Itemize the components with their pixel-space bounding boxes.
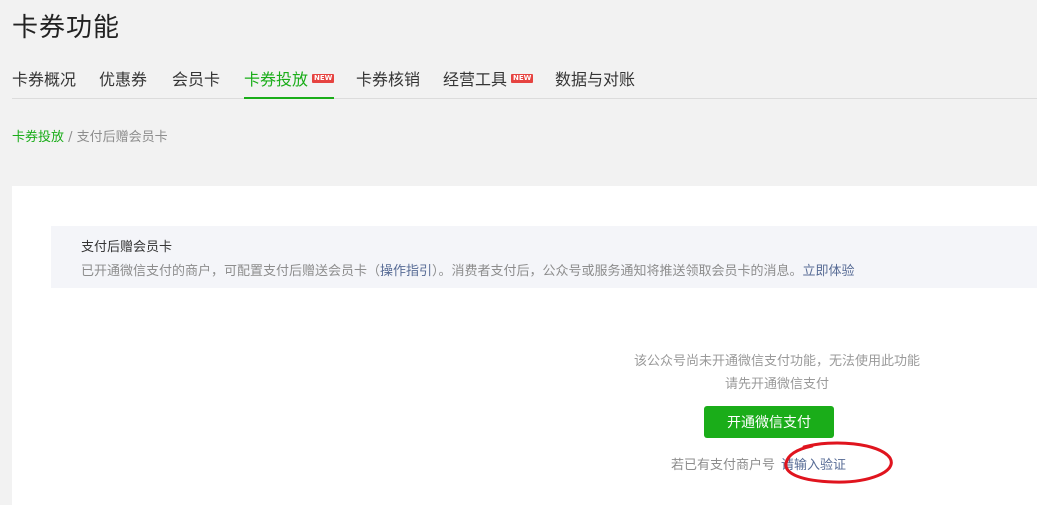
notice-title: 支付后赠会员卡 [81, 240, 173, 255]
notice-text-after: ）。消费者支付后，公众号或服务通知将推送领取会员卡的消息。 [432, 264, 803, 279]
new-badge: NEW [312, 73, 335, 83]
operation-guide-link[interactable]: 操作指引 [380, 264, 432, 279]
merchant-hint: 若已有支付商户号 请输入验证 [671, 454, 846, 473]
tab-data-reconciliation[interactable]: 数据与对账 [555, 66, 635, 90]
empty-state-line1: 该公众号尚未开通微信支付功能，无法使用此功能 [633, 354, 920, 369]
open-wechat-pay-button[interactable]: 开通微信支付 [704, 406, 834, 438]
tab-label: 卡券概况 [12, 70, 77, 89]
breadcrumb-separator: / [64, 130, 77, 145]
notice-text-before: 已开通微信支付的商户，可配置支付后赠送会员卡（ [81, 264, 381, 279]
content-card: 支付后赠会员卡 已开通微信支付的商户，可配置支付后赠送会员卡（操作指引）。消费者… [12, 186, 1037, 505]
tab-overview[interactable]: 卡券概况 [12, 66, 76, 90]
verify-link[interactable]: 请输入验证 [781, 458, 846, 473]
notice-description: 已开通微信支付的商户，可配置支付后赠送会员卡（操作指引）。消费者支付后，公众号或… [81, 260, 855, 279]
tab-label: 优惠券 [99, 70, 148, 89]
tab-coupons[interactable]: 优惠券 [99, 66, 147, 90]
tab-label: 经营工具 [443, 70, 508, 89]
new-badge: NEW [511, 73, 534, 83]
merchant-hint-text: 若已有支付商户号 [671, 458, 776, 473]
try-now-link[interactable]: 立即体验 [803, 264, 855, 279]
tab-business-tools[interactable]: 经营工具 NEW [443, 66, 534, 90]
tab-card-distribution[interactable]: 卡券投放 NEW [244, 66, 335, 99]
info-notice: 支付后赠会员卡 已开通微信支付的商户，可配置支付后赠送会员卡（操作指引）。消费者… [51, 226, 1037, 288]
breadcrumb: 卡券投放 / 支付后赠会员卡 [12, 126, 168, 145]
empty-state-line2: 请先开通微信支付 [724, 377, 829, 392]
tab-bar: 卡券概况 优惠券 会员卡 卡券投放 NEW 卡券核销 经营工具 NEW 数据与对账 [12, 60, 1037, 99]
tab-member-card[interactable]: 会员卡 [172, 66, 220, 90]
tab-label: 卡券投放 [244, 70, 309, 89]
tab-redemption[interactable]: 卡券核销 [356, 66, 420, 90]
breadcrumb-current: 支付后赠会员卡 [76, 130, 168, 145]
tab-label: 卡券核销 [356, 70, 421, 89]
tab-label: 会员卡 [172, 70, 221, 89]
page-title: 卡券功能 [12, 13, 121, 43]
breadcrumb-parent-link[interactable]: 卡券投放 [12, 130, 64, 145]
tab-label: 数据与对账 [555, 70, 636, 89]
